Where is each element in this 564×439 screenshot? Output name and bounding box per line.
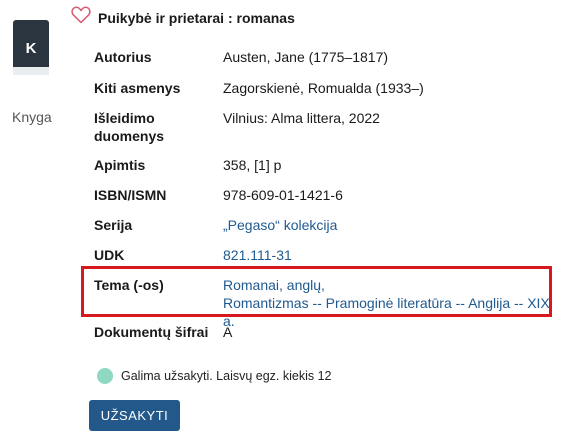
detail-key-line: Išleidimo [94,110,155,126]
detail-row-publication: Išleidimo duomenys Vilnius: Alma littera… [86,109,556,145]
detail-row-doc-codes: Dokumentų šifrai A [86,323,556,341]
detail-value: 358, [1] p [223,157,282,173]
availability-status: Galima užsakyti. Laisvų egz. kiekis 12 [97,368,332,384]
series-link[interactable]: „Pegaso“ kolekcija [223,217,337,233]
detail-key: ISBN/ISMN [94,187,167,203]
subject-link[interactable]: Romanai, anglų, [223,277,325,293]
book-format-icon: K [11,20,51,75]
detail-key: Serija [94,217,133,233]
detail-value: 978-609-01-1421-6 [223,187,343,203]
detail-key: Tema (-os) [94,277,164,293]
record-page: K Knyga Puikybė ir prietarai : romanas A… [0,0,564,439]
detail-row-isbn: ISBN/ISMN 978-609-01-1421-6 [86,186,556,204]
detail-row-author: Autorius Austen, Jane (1775–1817) [86,48,556,66]
heart-outline-icon[interactable] [71,6,91,24]
detail-key: Autorius [94,49,152,65]
availability-dot-icon [97,368,113,384]
detail-value: A [223,324,233,340]
detail-key-line: duomenys [94,128,165,144]
record-title: Puikybė ir prietarai : romanas [98,10,295,26]
detail-key: Kiti asmenys [94,80,181,96]
detail-row-extent: Apimtis 358, [1] p [86,156,556,174]
availability-text: Galima užsakyti. Laisvų egz. kiekis 12 [121,369,332,383]
detail-row-other-persons: Kiti asmenys Zagorskienė, Romualda (1933… [86,79,556,97]
format-label: Knyga [12,109,52,125]
detail-key: UDK [94,247,125,263]
book-format-letter: K [26,40,37,57]
detail-key: Dokumentų šifrai [94,324,209,340]
order-button[interactable]: UŽSAKYTI [89,400,180,431]
detail-value: Austen, Jane (1775–1817) [223,49,389,65]
detail-key: Apimtis [94,157,146,173]
detail-value: Vilnius: Alma littera, 2022 [223,110,380,126]
detail-row-udk: UDK 821.111-31 [86,246,556,264]
detail-row-subjects: Tema (-os) Romanai, anglų, Romantizmas -… [86,276,556,330]
detail-value: Zagorskienė, Romualda (1933–) [223,80,424,96]
detail-row-series: Serija „Pegaso“ kolekcija [86,216,556,234]
detail-key: Išleidimo duomenys [86,109,223,145]
udk-link[interactable]: 821.111-31 [223,247,292,263]
